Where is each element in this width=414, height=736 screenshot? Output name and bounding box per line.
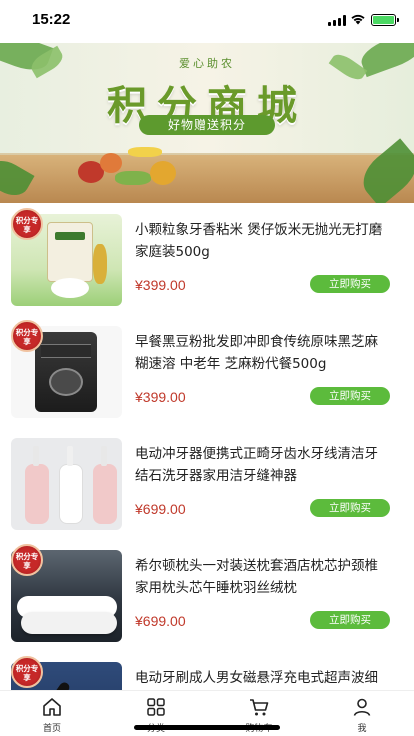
product-item[interactable]: 电动冲牙器便携式正畸牙齿水牙线清洁牙结石洗牙器家用洁牙缝神器 ¥699.00 立… bbox=[0, 427, 414, 539]
wifi-icon bbox=[351, 14, 365, 25]
tab-me[interactable]: 我 bbox=[332, 696, 392, 734]
product-title: 早餐黑豆粉批发即冲即食传统原味黑芝麻糊速溶 中老年 芝麻粉代餐500g bbox=[135, 334, 378, 372]
points-exclusive-badge: 积分专享 bbox=[11, 544, 43, 576]
points-exclusive-badge: 积分专享 bbox=[11, 208, 43, 240]
product-price: ¥399.00 bbox=[135, 389, 186, 405]
grid-icon bbox=[147, 698, 165, 716]
banner-tagline: 爱心助农 bbox=[179, 57, 235, 70]
product-list: 积分专享 小颗粒象牙香粘米 煲仔饭米无抛光无打磨家庭装500g ¥399.00 … bbox=[0, 203, 414, 736]
buy-now-button[interactable]: 立即购买 bbox=[310, 387, 390, 405]
status-bar: 15:22 bbox=[0, 0, 414, 40]
cellular-signal-icon bbox=[328, 15, 346, 26]
product-title: 电动冲牙器便携式正畸牙齿水牙线清洁牙结石洗牙器家用洁牙缝神器 bbox=[135, 446, 378, 484]
product-price: ¥699.00 bbox=[135, 613, 186, 629]
tab-home[interactable]: 首页 bbox=[22, 696, 82, 734]
battery-icon bbox=[371, 14, 399, 26]
points-exclusive-badge: 积分专享 bbox=[11, 656, 43, 688]
home-icon bbox=[43, 698, 61, 716]
product-price: ¥399.00 bbox=[135, 277, 186, 293]
buy-now-button[interactable]: 立即购买 bbox=[310, 275, 390, 293]
status-time: 15:22 bbox=[32, 11, 71, 28]
product-title: 希尔顿枕头一对装送枕套酒店枕芯护颈椎家用枕头芯午睡枕羽丝绒枕 bbox=[135, 558, 378, 596]
buy-now-button[interactable]: 立即购买 bbox=[310, 611, 390, 629]
promo-banner[interactable]: 爱心助农 积分商城 好物赠送积分 bbox=[0, 43, 414, 203]
points-exclusive-badge: 积分专享 bbox=[11, 320, 43, 352]
product-item[interactable]: 积分专享 希尔顿枕头一对装送枕套酒店枕芯护颈椎家用枕头芯午睡枕羽丝绒枕 ¥699… bbox=[0, 539, 414, 651]
banner-subtitle: 好物赠送积分 bbox=[139, 115, 275, 135]
tab-label: 首页 bbox=[42, 724, 61, 734]
product-title: 小颗粒象牙香粘米 煲仔饭米无抛光无打磨家庭装500g bbox=[135, 222, 383, 260]
buy-now-button[interactable]: 立即购买 bbox=[310, 499, 390, 517]
tab-label: 我 bbox=[357, 724, 367, 734]
product-image bbox=[11, 438, 122, 530]
user-icon bbox=[353, 698, 371, 716]
product-item[interactable]: 积分专享 小颗粒象牙香粘米 煲仔饭米无抛光无打磨家庭装500g ¥399.00 … bbox=[0, 203, 414, 315]
home-indicator[interactable] bbox=[134, 725, 280, 730]
product-price: ¥699.00 bbox=[135, 501, 186, 517]
product-item[interactable]: 积分专享 早餐黑豆粉批发即冲即食传统原味黑芝麻糊速溶 中老年 芝麻粉代餐500g… bbox=[0, 315, 414, 427]
cart-icon bbox=[250, 699, 269, 716]
